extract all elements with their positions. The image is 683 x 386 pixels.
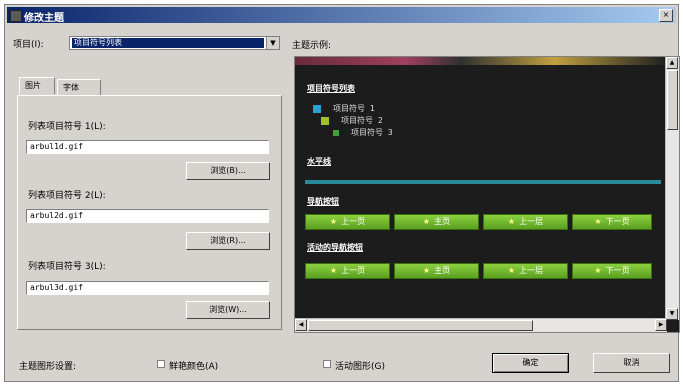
star-icon: ★ [329, 217, 338, 226]
bullet-1-label: 列表项目符号 1(L): [28, 122, 106, 132]
horizontal-line [305, 180, 661, 184]
active-nav-button-home: ★ 主页 [394, 263, 479, 279]
preview-vertical-scrollbar[interactable]: ▲ ▼ [665, 57, 679, 320]
preview-label: 主题示例: [292, 41, 332, 51]
preview-horizontal-scrollbar[interactable]: ◀ ▶ [295, 318, 667, 332]
chevron-down-icon[interactable]: ▼ [266, 37, 279, 49]
star-icon: ★ [422, 266, 431, 275]
bright-colors-checkbox[interactable] [157, 360, 165, 368]
bullet-2-icon [321, 117, 329, 125]
star-icon: ★ [594, 266, 602, 275]
browse-bullet-3-button[interactable]: 浏览(W)... [186, 301, 270, 319]
scroll-up-icon[interactable]: ▲ [666, 57, 678, 69]
theme-graphics-label: 主题图形设置: [19, 362, 77, 372]
close-button[interactable]: × [659, 9, 673, 22]
ok-button[interactable]: 确定 [492, 353, 569, 373]
preview-heading-active-nav: 活动的导航按钮 [307, 243, 363, 252]
tab-pictures[interactable]: 图片 [19, 77, 55, 94]
item-select[interactable]: 项目符号列表 ▼ [69, 36, 280, 50]
star-icon: ★ [507, 266, 516, 275]
active-nav-button-next: ★ 下一页 [572, 263, 652, 279]
horizontal-scroll-thumb[interactable] [308, 320, 533, 331]
preview-heading-bulleted-list: 项目符号列表 [307, 84, 355, 93]
browse-bullet-1-button[interactable]: 浏览(B)... [186, 162, 270, 180]
app-icon [10, 10, 22, 22]
item-select-value: 项目符号列表 [72, 38, 264, 48]
tab-fonts[interactable]: 字体 [57, 79, 101, 95]
nav-button-next: ★ 下一页 [572, 214, 652, 230]
star-icon: ★ [422, 217, 431, 226]
active-nav-button-prev: ★ 上一页 [305, 263, 390, 279]
cancel-button[interactable]: 取消 [593, 353, 670, 373]
bullet-2-field[interactable]: arbul2d.gif [26, 209, 269, 223]
bullet-2-label: 列表项目符号 2(L): [28, 191, 106, 201]
theme-preview: 项目符号列表 项目符号 1 项目符号 2 项目符号 3 水平线 导航按钮 ★ 上一… [294, 56, 680, 333]
title-bar: 修改主题 × [7, 7, 676, 24]
browse-bullet-2-button[interactable]: 浏览(R)... [186, 232, 270, 250]
bullet-3-label: 列表项目符号 3(L): [28, 262, 106, 272]
modify-theme-dialog: 修改主题 × 项目(I): 项目符号列表 ▼ 主题示例: 图片 字体 列表项目符… [4, 4, 680, 382]
star-icon: ★ [594, 217, 602, 226]
active-nav-button-up: ★ 上一层 [483, 263, 568, 279]
bullet-1-icon [313, 105, 321, 113]
bright-colors-label: 鲜艳颜色(A) [169, 362, 219, 372]
star-icon: ★ [329, 266, 338, 275]
vertical-scroll-thumb[interactable] [667, 70, 678, 130]
bullet-3-field[interactable]: arbul3d.gif [26, 281, 269, 295]
scroll-right-icon[interactable]: ▶ [655, 319, 667, 331]
pictures-panel: 列表项目符号 1(L): arbul1d.gif 浏览(B)... 列表项目符号… [17, 95, 282, 330]
nav-button-up: ★ 上一层 [483, 214, 568, 230]
star-icon: ★ [507, 217, 516, 226]
preview-list-item-3: 项目符号 3 [351, 128, 393, 137]
dialog-title: 修改主题 [24, 13, 64, 24]
bullet-1-field[interactable]: arbul1d.gif [26, 140, 269, 154]
bullet-3-icon [333, 130, 339, 136]
scroll-left-icon[interactable]: ◀ [295, 319, 307, 331]
active-graphics-checkbox[interactable] [323, 360, 331, 368]
preview-heading-nav-buttons: 导航按钮 [307, 197, 339, 206]
nav-button-prev: ★ 上一页 [305, 214, 390, 230]
preview-heading-horizontal-line: 水平线 [307, 157, 331, 166]
nav-button-home: ★ 主页 [394, 214, 479, 230]
item-label: 项目(I): [13, 40, 44, 50]
active-graphics-label: 活动图形(G) [335, 362, 385, 372]
preview-list-item-1: 项目符号 1 [333, 104, 375, 113]
banner-graphic [295, 57, 665, 65]
scroll-down-icon[interactable]: ▼ [666, 308, 678, 320]
preview-list-item-2: 项目符号 2 [341, 116, 383, 125]
